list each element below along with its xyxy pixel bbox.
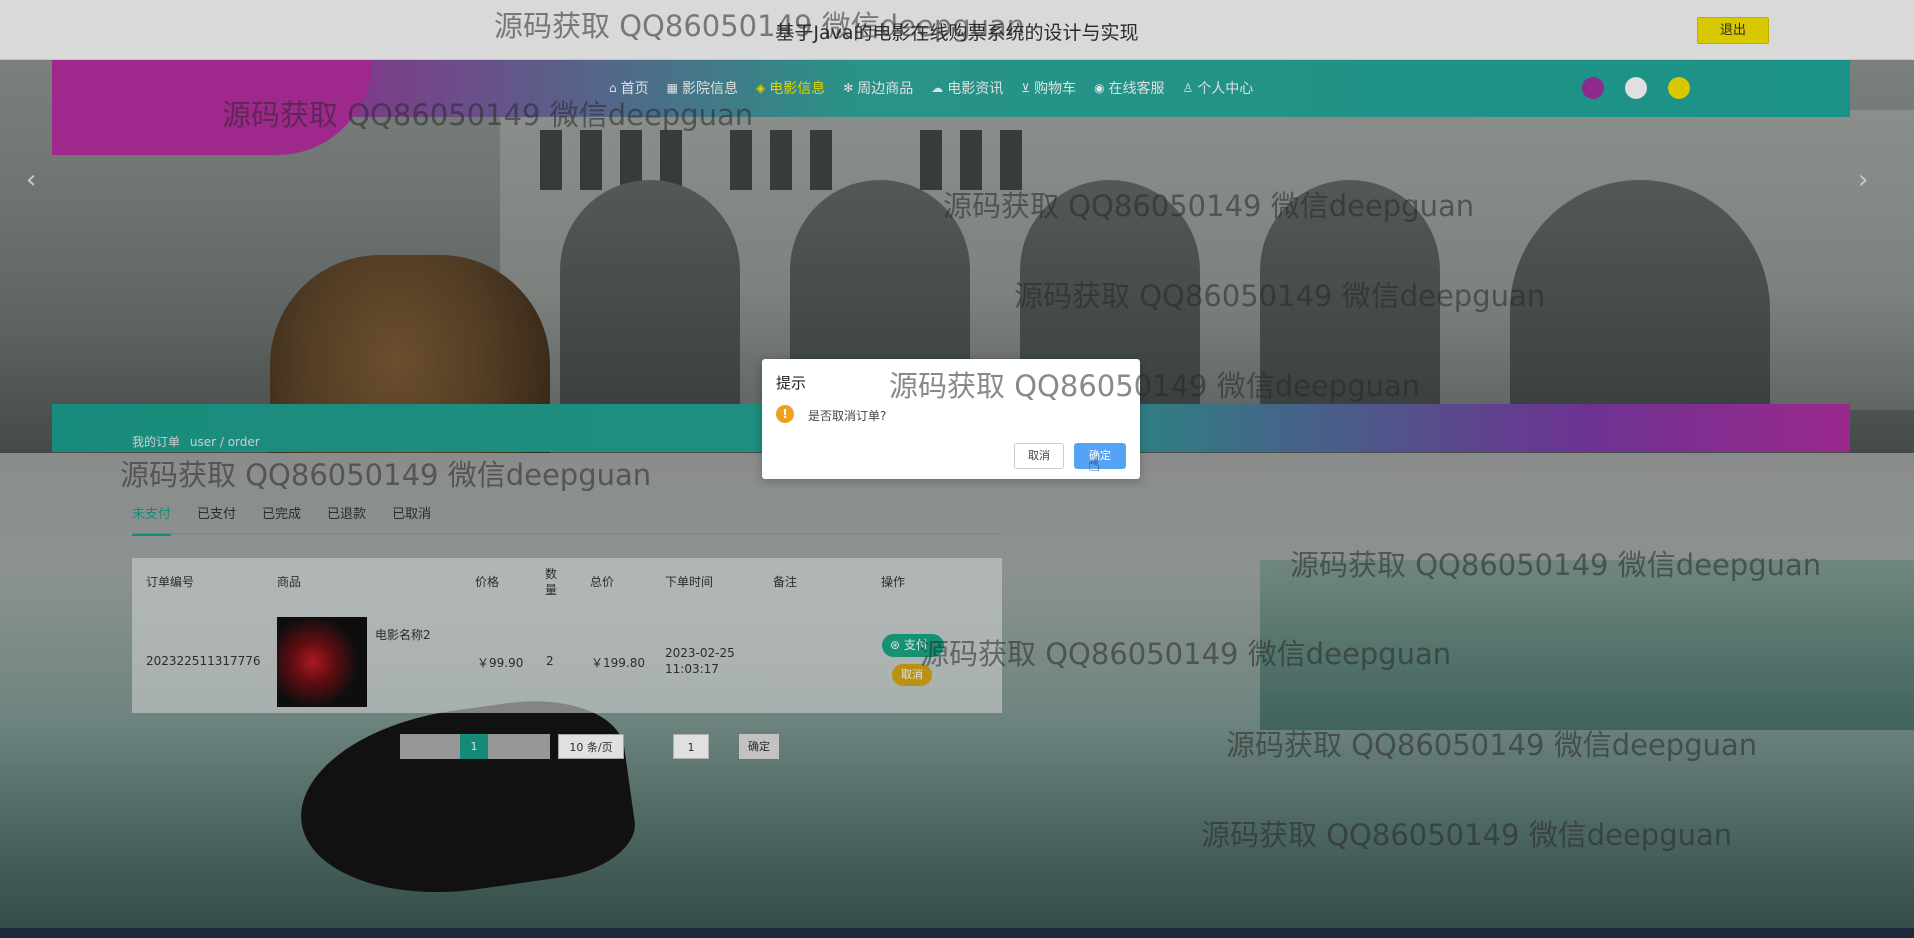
- dialog-title: 提示: [776, 374, 807, 392]
- warning-icon: !: [776, 405, 794, 423]
- dialog-message: 是否取消订单?: [808, 409, 887, 423]
- bottom-bar: [0, 928, 1914, 938]
- confirm-dialog: 提示 ! 是否取消订单? 取消 确定: [762, 359, 1140, 479]
- dialog-cancel-button[interactable]: 取消: [1014, 443, 1064, 469]
- mouse-pointer-icon: ☝: [1088, 452, 1101, 476]
